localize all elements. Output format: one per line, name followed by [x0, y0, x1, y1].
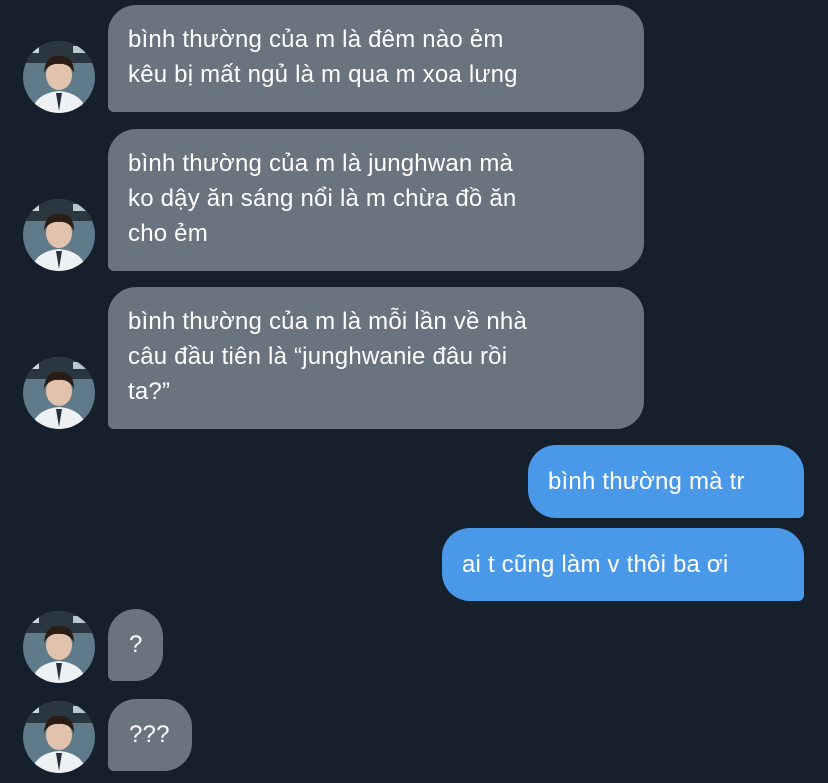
- incoming-message-bubble[interactable]: bình thường của m là mỗi lần về nhà câu …: [108, 287, 644, 429]
- contact-avatar[interactable]: [23, 41, 95, 113]
- contact-avatar[interactable]: [23, 701, 95, 773]
- contact-avatar[interactable]: [23, 611, 95, 683]
- conversation-thread[interactable]: bình thường của m là đêm nào ẻm kêu bị m…: [0, 0, 828, 783]
- incoming-message-bubble[interactable]: bình thường của m là đêm nào ẻm kêu bị m…: [108, 5, 644, 112]
- contact-photo-icon: [23, 701, 95, 773]
- contact-avatar[interactable]: [23, 199, 95, 271]
- outgoing-message-bubble[interactable]: ai t cũng làm v thôi ba ơi: [442, 528, 804, 601]
- incoming-message-bubble[interactable]: ???: [108, 699, 192, 771]
- outgoing-message-bubble[interactable]: bình thường mà tr: [528, 445, 804, 518]
- contact-photo-icon: [23, 199, 95, 271]
- incoming-message-bubble[interactable]: ?: [108, 609, 163, 681]
- contact-photo-icon: [23, 611, 95, 683]
- incoming-message-bubble[interactable]: bình thường của m là junghwan mà ko dậy …: [108, 129, 644, 271]
- contact-photo-icon: [23, 357, 95, 429]
- contact-avatar[interactable]: [23, 357, 95, 429]
- contact-photo-icon: [23, 41, 95, 113]
